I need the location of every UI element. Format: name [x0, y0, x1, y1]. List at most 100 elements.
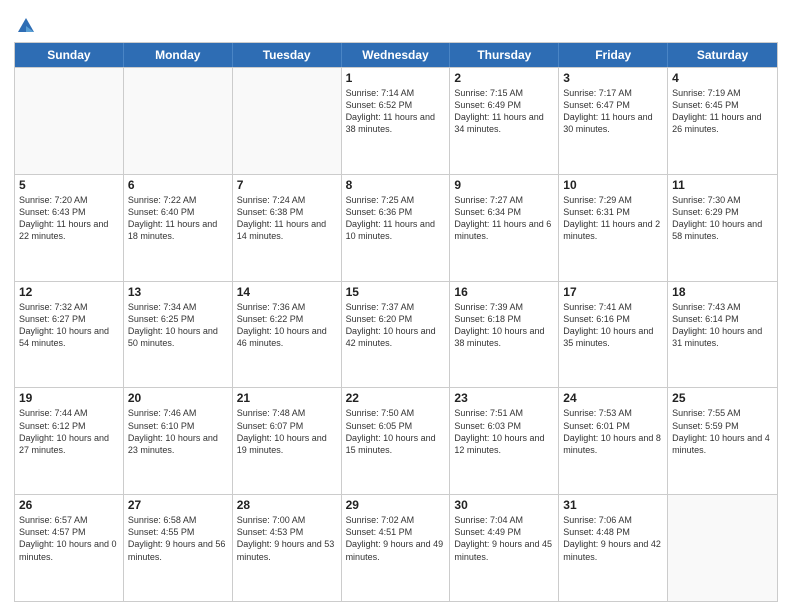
day-cell-empty: [668, 495, 777, 601]
page: SundayMondayTuesdayWednesdayThursdayFrid…: [0, 0, 792, 612]
header: [14, 10, 778, 36]
cell-date: 29: [346, 498, 446, 512]
day-header-monday: Monday: [124, 43, 233, 67]
cell-date: 3: [563, 71, 663, 85]
cell-date: 21: [237, 391, 337, 405]
cell-info: Sunrise: 7:51 AM Sunset: 6:03 PM Dayligh…: [454, 407, 554, 456]
day-cell-17: 17 Sunrise: 7:41 AM Sunset: 6:16 PM Dayli…: [559, 282, 668, 388]
day-header-saturday: Saturday: [668, 43, 777, 67]
cell-date: 10: [563, 178, 663, 192]
day-cell-16: 16 Sunrise: 7:39 AM Sunset: 6:18 PM Dayli…: [450, 282, 559, 388]
cell-date: 4: [672, 71, 773, 85]
cell-date: 24: [563, 391, 663, 405]
logo-icon: [16, 16, 36, 36]
cell-info: Sunrise: 7:22 AM Sunset: 6:40 PM Dayligh…: [128, 194, 228, 243]
cell-date: 17: [563, 285, 663, 299]
day-header-friday: Friday: [559, 43, 668, 67]
cell-info: Sunrise: 7:39 AM Sunset: 6:18 PM Dayligh…: [454, 301, 554, 350]
day-cell-29: 29 Sunrise: 7:02 AM Sunset: 4:51 PM Dayli…: [342, 495, 451, 601]
day-cell-24: 24 Sunrise: 7:53 AM Sunset: 6:01 PM Dayli…: [559, 388, 668, 494]
day-cell-27: 27 Sunrise: 6:58 AM Sunset: 4:55 PM Dayli…: [124, 495, 233, 601]
cell-date: 7: [237, 178, 337, 192]
day-cell-2: 2 Sunrise: 7:15 AM Sunset: 6:49 PM Daylig…: [450, 68, 559, 174]
day-cell-18: 18Sunrise: 7:43 AM Sunset: 6:14 PM Dayli…: [668, 282, 777, 388]
calendar: SundayMondayTuesdayWednesdayThursdayFrid…: [14, 42, 778, 602]
cell-date: 18: [672, 285, 773, 299]
cell-info: Sunrise: 7:25 AM Sunset: 6:36 PM Dayligh…: [346, 194, 446, 243]
day-cell-11: 11 Sunrise: 7:30 AM Sunset: 6:29 PM Dayli…: [668, 175, 777, 281]
day-cell-8: 8 Sunrise: 7:25 AM Sunset: 6:36 PM Daylig…: [342, 175, 451, 281]
cell-date: 20: [128, 391, 228, 405]
day-header-tuesday: Tuesday: [233, 43, 342, 67]
day-cell-23: 23 Sunrise: 7:51 AM Sunset: 6:03 PM Dayli…: [450, 388, 559, 494]
day-cell-10: 10 Sunrise: 7:29 AM Sunset: 6:31 PM Dayli…: [559, 175, 668, 281]
cell-date: 6: [128, 178, 228, 192]
cell-info: Sunrise: 7:27 AM Sunset: 6:34 PM Dayligh…: [454, 194, 554, 243]
cell-info: Sunrise: 6:58 AM Sunset: 4:55 PM Dayligh…: [128, 514, 228, 563]
cell-date: 15: [346, 285, 446, 299]
calendar-week-2: 5 Sunrise: 7:20 AM Sunset: 6:43 PM Daylig…: [15, 174, 777, 281]
cell-info: Sunrise: 7:34 AM Sunset: 6:25 PM Dayligh…: [128, 301, 228, 350]
day-cell-empty: [15, 68, 124, 174]
day-cell-1: 1Sunrise: 7:14 AM Sunset: 6:52 PM Daylig…: [342, 68, 451, 174]
calendar-header: SundayMondayTuesdayWednesdayThursdayFrid…: [15, 43, 777, 67]
day-cell-31: 31 Sunrise: 7:06 AM Sunset: 4:48 PM Dayli…: [559, 495, 668, 601]
cell-date: 31: [563, 498, 663, 512]
cell-date: 14: [237, 285, 337, 299]
cell-date: 16: [454, 285, 554, 299]
cell-info: Sunrise: 7:46 AM Sunset: 6:10 PM Dayligh…: [128, 407, 228, 456]
calendar-week-5: 26 Sunrise: 6:57 AM Sunset: 4:57 PM Dayli…: [15, 494, 777, 601]
cell-date: 8: [346, 178, 446, 192]
cell-date: 5: [19, 178, 119, 192]
cell-date: 26: [19, 498, 119, 512]
day-cell-15: 15Sunrise: 7:37 AM Sunset: 6:20 PM Dayli…: [342, 282, 451, 388]
day-cell-empty: [124, 68, 233, 174]
cell-info: Sunrise: 7:19 AM Sunset: 6:45 PM Dayligh…: [672, 87, 773, 136]
cell-date: 1: [346, 71, 446, 85]
day-cell-30: 30 Sunrise: 7:04 AM Sunset: 4:49 PM Dayli…: [450, 495, 559, 601]
day-cell-9: 9 Sunrise: 7:27 AM Sunset: 6:34 PM Daylig…: [450, 175, 559, 281]
cell-info: Sunrise: 7:30 AM Sunset: 6:29 PM Dayligh…: [672, 194, 773, 243]
cell-info: Sunrise: 7:48 AM Sunset: 6:07 PM Dayligh…: [237, 407, 337, 456]
calendar-week-4: 19 Sunrise: 7:44 AM Sunset: 6:12 PM Dayli…: [15, 387, 777, 494]
day-cell-4: 4 Sunrise: 7:19 AM Sunset: 6:45 PM Daylig…: [668, 68, 777, 174]
calendar-week-3: 12 Sunrise: 7:32 AM Sunset: 6:27 PM Dayli…: [15, 281, 777, 388]
cell-info: Sunrise: 7:32 AM Sunset: 6:27 PM Dayligh…: [19, 301, 119, 350]
cell-date: 9: [454, 178, 554, 192]
day-cell-13: 13 Sunrise: 7:34 AM Sunset: 6:25 PM Dayli…: [124, 282, 233, 388]
cell-info: Sunrise: 7:06 AM Sunset: 4:48 PM Dayligh…: [563, 514, 663, 563]
day-cell-6: 6 Sunrise: 7:22 AM Sunset: 6:40 PM Daylig…: [124, 175, 233, 281]
cell-date: 27: [128, 498, 228, 512]
day-header-thursday: Thursday: [450, 43, 559, 67]
cell-info: Sunrise: 7:41 AM Sunset: 6:16 PM Dayligh…: [563, 301, 663, 350]
cell-info: Sunrise: 7:50 AM Sunset: 6:05 PM Dayligh…: [346, 407, 446, 456]
cell-info: Sunrise: 7:02 AM Sunset: 4:51 PM Dayligh…: [346, 514, 446, 563]
cell-info: Sunrise: 7:20 AM Sunset: 6:43 PM Dayligh…: [19, 194, 119, 243]
cell-date: 19: [19, 391, 119, 405]
day-cell-19: 19 Sunrise: 7:44 AM Sunset: 6:12 PM Dayli…: [15, 388, 124, 494]
cell-date: 23: [454, 391, 554, 405]
cell-info: Sunrise: 7:55 AM Sunset: 5:59 PM Dayligh…: [672, 407, 773, 456]
logo-text: [14, 14, 36, 36]
day-cell-5: 5 Sunrise: 7:20 AM Sunset: 6:43 PM Daylig…: [15, 175, 124, 281]
day-cell-21: 21 Sunrise: 7:48 AM Sunset: 6:07 PM Dayli…: [233, 388, 342, 494]
cell-date: 30: [454, 498, 554, 512]
cell-info: Sunrise: 6:57 AM Sunset: 4:57 PM Dayligh…: [19, 514, 119, 563]
cell-info: Sunrise: 7:17 AM Sunset: 6:47 PM Dayligh…: [563, 87, 663, 136]
calendar-week-1: 1Sunrise: 7:14 AM Sunset: 6:52 PM Daylig…: [15, 67, 777, 174]
cell-info: Sunrise: 7:29 AM Sunset: 6:31 PM Dayligh…: [563, 194, 663, 243]
cell-info: Sunrise: 7:04 AM Sunset: 4:49 PM Dayligh…: [454, 514, 554, 563]
cell-date: 22: [346, 391, 446, 405]
cell-date: 2: [454, 71, 554, 85]
cell-info: Sunrise: 7:53 AM Sunset: 6:01 PM Dayligh…: [563, 407, 663, 456]
cell-date: 11: [672, 178, 773, 192]
day-cell-3: 3 Sunrise: 7:17 AM Sunset: 6:47 PM Daylig…: [559, 68, 668, 174]
day-cell-12: 12 Sunrise: 7:32 AM Sunset: 6:27 PM Dayli…: [15, 282, 124, 388]
cell-info: Sunrise: 7:00 AM Sunset: 4:53 PM Dayligh…: [237, 514, 337, 563]
cell-date: 25: [672, 391, 773, 405]
cell-date: 13: [128, 285, 228, 299]
cell-info: Sunrise: 7:44 AM Sunset: 6:12 PM Dayligh…: [19, 407, 119, 456]
cell-date: 12: [19, 285, 119, 299]
cell-info: Sunrise: 7:15 AM Sunset: 6:49 PM Dayligh…: [454, 87, 554, 136]
day-cell-14: 14Sunrise: 7:36 AM Sunset: 6:22 PM Dayli…: [233, 282, 342, 388]
